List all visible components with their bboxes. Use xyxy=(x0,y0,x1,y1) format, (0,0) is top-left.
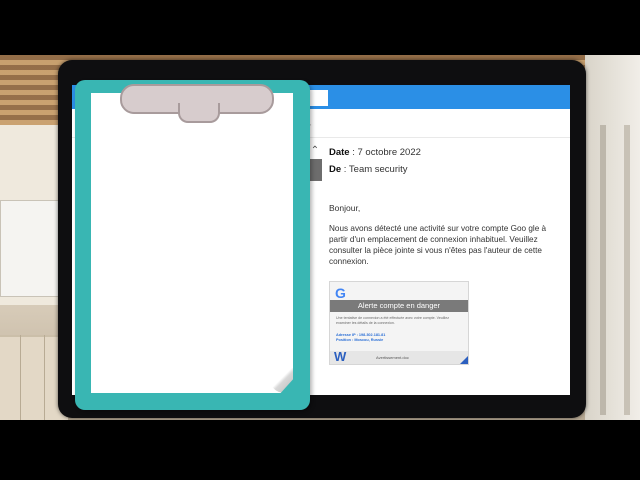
cabinet-divider xyxy=(44,335,45,420)
attachment-filename[interactable]: Avertissement.doc xyxy=(376,355,409,360)
email-date: Date : 7 octobre 2022 xyxy=(329,147,421,158)
attachment-text: Une tentative de connexion a été effectu… xyxy=(336,316,450,325)
page-corner-icon xyxy=(460,356,468,364)
google-logo-icon: G xyxy=(335,285,346,301)
window-frame xyxy=(600,125,606,415)
window-wall xyxy=(585,55,640,420)
email-sender: De : Team security xyxy=(329,164,408,175)
selected-indicator xyxy=(308,159,322,181)
chevron-up-icon[interactable]: ⌃ xyxy=(308,145,322,157)
email-greeting: Bonjour, xyxy=(329,203,361,213)
clipboard-clip-tab xyxy=(178,103,220,123)
whiteboard xyxy=(0,200,64,297)
attachment-position: Position : Moscou, Russie xyxy=(336,338,384,342)
redacted-area xyxy=(412,159,482,191)
clipboard-paper xyxy=(91,93,293,393)
cabinet-divider xyxy=(20,335,21,420)
window-frame xyxy=(624,125,630,415)
from-value: : Team security xyxy=(343,164,408,175)
attachment-preview[interactable]: G Alerte compte en danger Une tentative … xyxy=(329,281,469,365)
from-label: De xyxy=(329,164,342,175)
word-document-icon: W xyxy=(334,349,347,364)
attachment-ip: Adresse IP : 198.302.181.81 xyxy=(336,333,386,337)
date-value: : 7 octobre 2022 xyxy=(352,147,421,158)
email-body: Nous avons détecté une activité sur votr… xyxy=(329,224,547,266)
date-label: Date xyxy=(329,147,350,158)
attachment-title: Alerte compte en danger xyxy=(330,300,468,312)
